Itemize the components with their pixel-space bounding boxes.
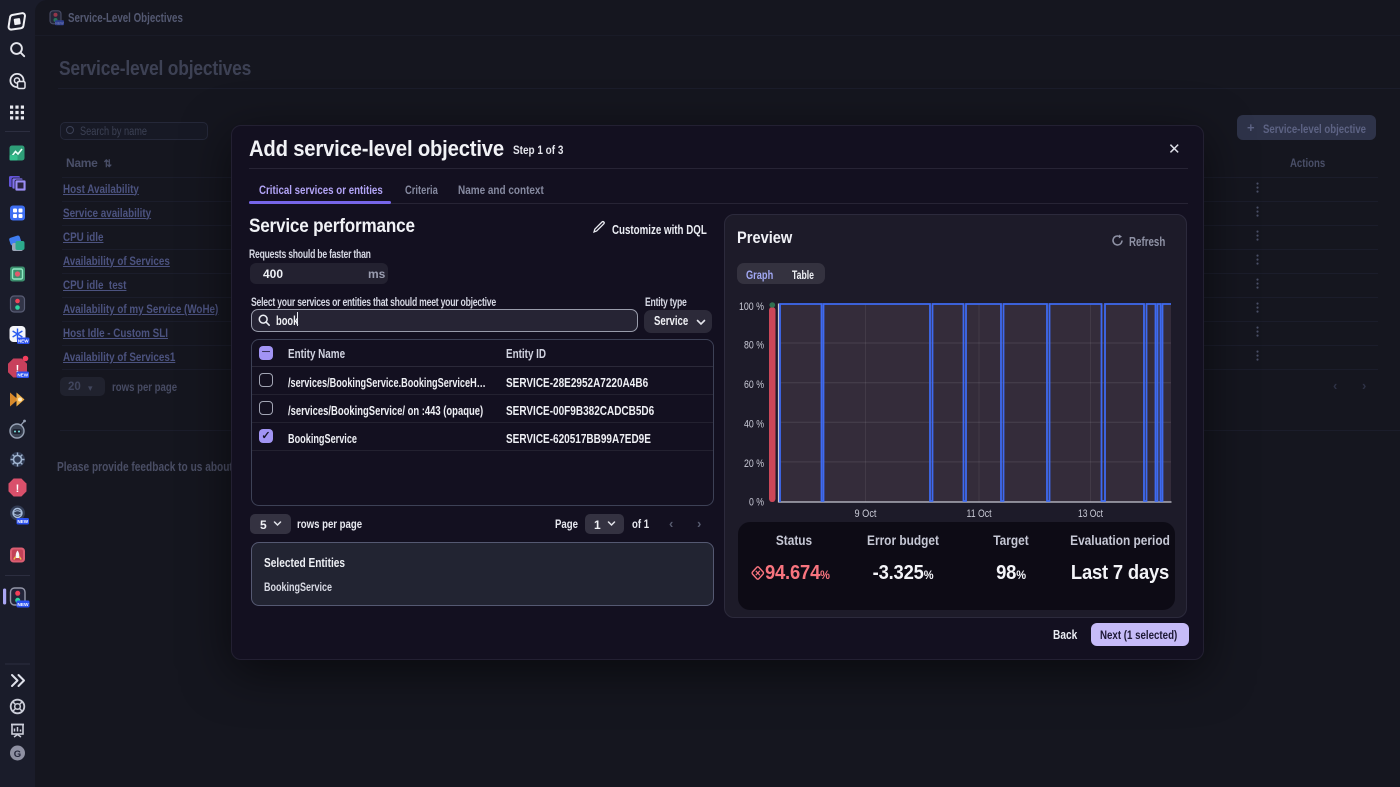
svg-text:!: ! [16,483,20,495]
svg-text:9 Oct: 9 Oct [855,508,877,520]
svg-text:20 %: 20 % [744,458,764,470]
svg-text:NEW: NEW [18,339,29,344]
svg-text:NEW: NEW [17,602,29,608]
svg-text:40 %: 40 % [744,419,764,431]
svg-text:80 %: 80 % [744,340,764,352]
svg-text:13 Oct: 13 Oct [1078,508,1103,520]
svg-text:NEW: NEW [17,519,28,524]
svg-text:NEW: NEW [55,21,64,25]
svg-text:60 %: 60 % [744,379,764,391]
svg-text:11 Oct: 11 Oct [967,508,992,520]
svg-text:0 %: 0 % [749,496,764,508]
svg-text:G: G [14,749,21,760]
svg-text:NEW: NEW [17,373,28,378]
svg-text:100 %: 100 % [739,301,764,313]
